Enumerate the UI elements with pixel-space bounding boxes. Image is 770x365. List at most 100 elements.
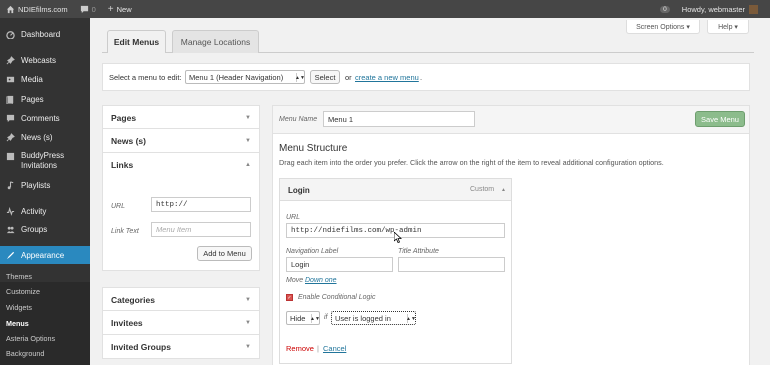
sidebar-item-activity[interactable]: Activity xyxy=(0,204,90,218)
sidebar-item-label: Media xyxy=(21,74,43,84)
menu-item-title: Login xyxy=(288,186,310,195)
sidebar-item-news[interactable]: News (s) xyxy=(0,130,90,144)
site-home-link[interactable]: NDIEfilms.com xyxy=(0,0,74,18)
dashboard-icon xyxy=(6,30,15,39)
help-button[interactable]: Help ▾ xyxy=(707,20,749,34)
period-text: . xyxy=(420,73,423,82)
nav-label-input[interactable]: Login xyxy=(286,257,393,272)
comments-icon xyxy=(6,114,15,122)
screen-options-button[interactable]: Screen Options ▾ xyxy=(626,20,700,34)
accordion-title: Invitees xyxy=(111,318,143,328)
dropdown-arrow-icon: ▲▼ xyxy=(295,73,305,82)
submenu-background[interactable]: Background xyxy=(6,349,44,358)
link-text-label: Link Text xyxy=(111,228,139,235)
condition-value: User is logged in xyxy=(335,313,391,323)
chevron-down-icon: ▼ xyxy=(245,320,251,326)
home-icon xyxy=(6,5,15,13)
link-text-input[interactable]: Menu Item xyxy=(151,222,251,237)
add-to-menu-button[interactable]: Add to Menu xyxy=(197,246,252,261)
title-attr-input[interactable] xyxy=(398,257,505,272)
comments-count: 0 xyxy=(91,4,96,14)
submenu-customize[interactable]: Customize xyxy=(6,287,40,296)
menu-name-input[interactable]: Menu 1 xyxy=(323,111,475,127)
create-new-menu-link[interactable]: create a new menu xyxy=(355,73,419,82)
or-text: or xyxy=(345,73,352,82)
pin-icon xyxy=(6,132,15,141)
sidebar-item-label: Playlists xyxy=(21,180,51,190)
sidebar-item-buddypress-invitations[interactable]: BuddyPress Invitations xyxy=(0,151,90,173)
sidebar-item-playlists[interactable]: Playlists xyxy=(0,178,90,192)
admin-bar: NDIEfilms.com 0 + New 0 Howdy, webmaster xyxy=(0,0,770,18)
link-text-placeholder: Menu Item xyxy=(156,225,192,234)
sidebar-item-comments[interactable]: Comments xyxy=(0,111,90,125)
chevron-down-icon: ▼ xyxy=(245,115,251,121)
link-separator: | xyxy=(317,344,319,353)
sidebar-item-pages[interactable]: Pages xyxy=(0,92,90,106)
comments-link[interactable]: 0 xyxy=(74,0,102,18)
sidebar-item-label: Dashboard xyxy=(21,29,61,39)
conditional-logic-checkbox[interactable]: ✓ xyxy=(286,294,293,301)
add-menu-items-panel: Pages ▼ News (s) ▼ Links ▲ URL http:// L… xyxy=(102,105,262,360)
accordion-invitees[interactable]: Invitees ▼ xyxy=(102,311,260,335)
avatar xyxy=(749,4,758,14)
howdy-text: Howdy, webmaster xyxy=(681,4,745,14)
sidebar-item-media[interactable]: Media xyxy=(0,72,90,86)
chevron-down-icon: ▼ xyxy=(245,297,251,303)
link-url-input[interactable]: http:// xyxy=(151,197,251,212)
sidebar-item-label: Comments xyxy=(21,113,60,123)
sidebar-item-label: Pages xyxy=(21,94,44,104)
submenu-asteria-options[interactable]: Asteria Options xyxy=(6,334,55,343)
sidebar-item-webcasts[interactable]: Webcasts xyxy=(0,53,90,67)
cancel-link[interactable]: Cancel xyxy=(323,344,346,353)
tab-edit-menus[interactable]: Edit Menus xyxy=(107,30,166,53)
accordion-categories[interactable]: Categories ▼ xyxy=(102,287,260,311)
hide-show-select[interactable]: Hide ▲▼ xyxy=(286,311,320,325)
sidebar-item-label: Groups xyxy=(21,224,48,234)
my-account-link[interactable]: Howdy, webmaster xyxy=(676,0,770,18)
accordion-title: Pages xyxy=(111,113,137,123)
site-name: NDIEfilms.com xyxy=(18,4,68,14)
accordion-pages[interactable]: Pages ▼ xyxy=(102,105,260,129)
activity-icon xyxy=(6,206,15,216)
menu-item-handle[interactable]: Login Custom ▲ xyxy=(280,179,511,201)
chevron-down-icon: ▼ xyxy=(245,138,251,144)
title-attr-label: Title Attribute xyxy=(398,248,439,255)
move-label: Move xyxy=(286,277,304,284)
chevron-up-icon[interactable]: ▲ xyxy=(245,162,251,168)
sidebar-item-appearance[interactable]: Appearance xyxy=(0,246,90,264)
select-button[interactable]: Select xyxy=(310,70,340,84)
sidebar-item-groups[interactable]: Groups xyxy=(0,222,90,236)
sidebar-item-label: Activity xyxy=(21,206,47,216)
groups-icon xyxy=(6,226,15,233)
sidebar-item-label: News (s) xyxy=(21,132,53,142)
new-content-link[interactable]: + New xyxy=(102,0,138,18)
menu-name-value: Menu 1 xyxy=(328,114,354,124)
buddypress-icon xyxy=(6,152,15,161)
save-menu-button[interactable]: Save Menu xyxy=(695,111,745,127)
sidebar-item-dashboard[interactable]: Dashboard xyxy=(0,27,90,41)
condition-select[interactable]: User is logged in ▲▼ xyxy=(331,311,416,325)
menu-editor-panel: Menu Name Menu 1 Save Menu Menu Structur… xyxy=(272,105,750,365)
notification-count: 0 xyxy=(660,5,670,13)
if-text: if xyxy=(324,314,328,321)
submenu-widgets[interactable]: Widgets xyxy=(6,303,32,312)
submenu-menus[interactable]: Menus xyxy=(6,319,29,328)
tab-manage-locations[interactable]: Manage Locations xyxy=(172,30,259,53)
remove-link[interactable]: Remove xyxy=(286,344,314,353)
accordion-invited-groups[interactable]: Invited Groups ▼ xyxy=(102,335,260,359)
submenu-themes[interactable]: Themes xyxy=(6,272,32,281)
move-down-link[interactable]: Down one xyxy=(305,277,337,284)
sidebar-item-label: BuddyPress Invitations xyxy=(21,151,65,170)
menu-item-type: Custom xyxy=(470,186,495,193)
mouse-cursor-icon xyxy=(394,232,402,243)
media-icon xyxy=(6,76,15,82)
chevron-up-icon[interactable]: ▲ xyxy=(501,187,506,193)
menu-select-dropdown[interactable]: Menu 1 (Header Navigation) ▲▼ xyxy=(185,70,305,84)
nav-label-value: Login xyxy=(291,260,310,269)
notifications-badge[interactable]: 0 xyxy=(654,0,676,18)
accordion-title[interactable]: Links xyxy=(111,160,133,170)
plus-icon: + xyxy=(107,3,114,15)
accordion-news[interactable]: News (s) ▼ xyxy=(102,129,260,153)
appearance-icon xyxy=(6,251,15,259)
admin-sidebar: Dashboard Webcasts Media Pages Comments … xyxy=(0,18,90,365)
